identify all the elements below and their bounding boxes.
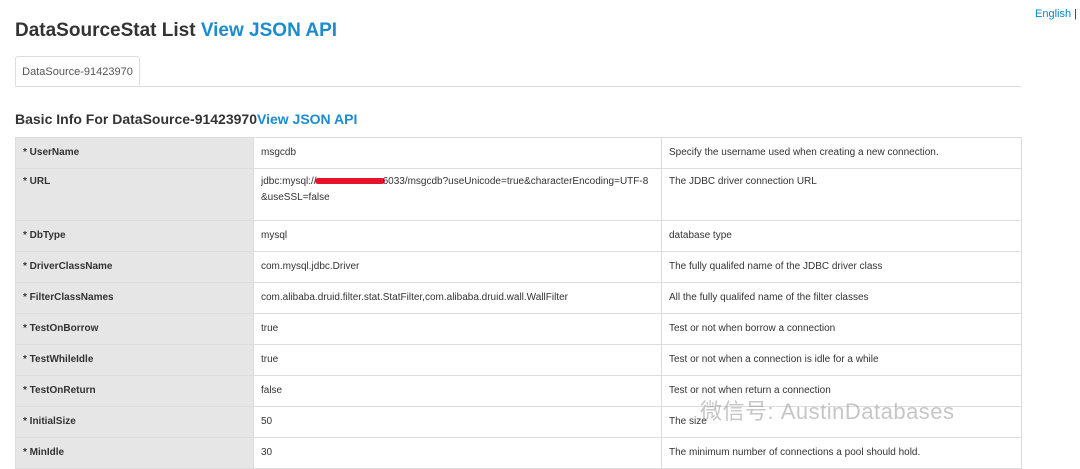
- table-row: * MinIdle 30 The minimum number of conne…: [15, 437, 1022, 469]
- redaction-mark: [314, 178, 385, 185]
- row-key: * DbType: [15, 220, 254, 252]
- language-switcher: English |: [1035, 8, 1077, 20]
- row-key: * TestWhileIdle: [15, 344, 254, 376]
- table-row: * TestWhileIdle true Test or not when a …: [15, 344, 1022, 376]
- row-key: * TestOnBorrow: [15, 313, 254, 345]
- row-description: Test or not when a connection is idle fo…: [661, 344, 1022, 376]
- table-row: * DriverClassName com.mysql.jdbc.Driver …: [15, 251, 1022, 283]
- row-key: * UserName: [15, 137, 254, 169]
- row-value: com.alibaba.druid.filter.stat.StatFilter…: [253, 282, 662, 314]
- row-value: jdbc:mysql://6033/msgcdb?useUnicode=true…: [253, 168, 662, 221]
- url-prefix: jdbc:mysql://: [261, 176, 317, 187]
- row-value: true: [253, 313, 662, 345]
- watermark: 微信号: AustinDatabases: [700, 399, 955, 424]
- language-separator: |: [1074, 8, 1077, 20]
- table-row: * DbType mysql database type: [15, 220, 1022, 252]
- row-key: * FilterClassNames: [15, 282, 254, 314]
- section-title: Basic Info For DataSource-91423970View J…: [15, 111, 357, 127]
- row-key: * DriverClassName: [15, 251, 254, 283]
- row-key: * TestOnReturn: [15, 375, 254, 407]
- page-title: DataSourceStat List View JSON API: [15, 20, 337, 42]
- table-row: * FilterClassNames com.alibaba.druid.fil…: [15, 282, 1022, 314]
- row-value: 30: [253, 437, 662, 469]
- english-link[interactable]: English: [1035, 8, 1071, 20]
- row-key: * MinIdle: [15, 437, 254, 469]
- row-description: Test or not when borrow a connection: [661, 313, 1022, 345]
- view-json-api-link[interactable]: View JSON API: [201, 20, 337, 41]
- table-row: * URL jdbc:mysql://6033/msgcdb?useUnicod…: [15, 168, 1022, 221]
- row-value: mysql: [253, 220, 662, 252]
- table-row: * TestOnBorrow true Test or not when bor…: [15, 313, 1022, 345]
- row-description: All the fully qualifed name of the filte…: [661, 282, 1022, 314]
- row-value: false: [253, 375, 662, 407]
- row-description: The minimum number of connections a pool…: [661, 437, 1022, 469]
- row-description: The JDBC driver connection URL: [661, 168, 1022, 221]
- section-view-json-api-link[interactable]: View JSON API: [257, 111, 357, 127]
- section-title-text: Basic Info For DataSource-91423970: [15, 111, 257, 127]
- tab-datasource[interactable]: DataSource-91423970: [15, 56, 140, 86]
- row-description: The fully qualifed name of the JDBC driv…: [661, 251, 1022, 283]
- row-value: true: [253, 344, 662, 376]
- datasource-tabs: DataSource-91423970: [15, 56, 1021, 87]
- row-key: * InitialSize: [15, 406, 254, 438]
- row-value: msgcdb: [253, 137, 662, 169]
- table-row: * UserName msgcdb Specify the username u…: [15, 137, 1022, 169]
- page-title-text: DataSourceStat List: [15, 20, 196, 41]
- row-description: database type: [661, 220, 1022, 252]
- row-description: Specify the username used when creating …: [661, 137, 1022, 169]
- row-value: com.mysql.jdbc.Driver: [253, 251, 662, 283]
- row-key: * URL: [15, 168, 254, 221]
- row-value: 50: [253, 406, 662, 438]
